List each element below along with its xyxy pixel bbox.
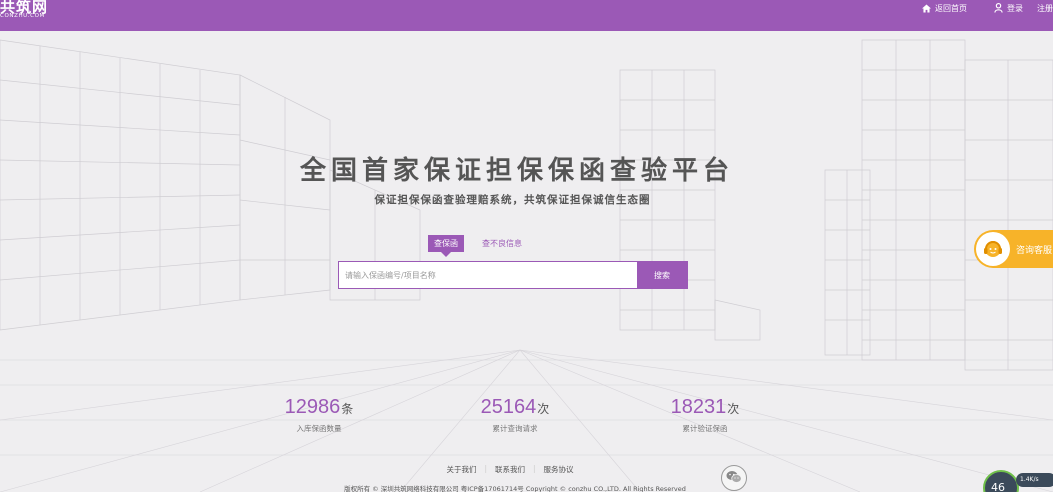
stat-value: 25164次 bbox=[445, 396, 585, 419]
footer-link-contact[interactable]: 联系我们 bbox=[487, 464, 533, 475]
copyright-text: 版权所有 © 深圳共筑网络科技有限公司 粤ICP备17061714号 Copyr… bbox=[344, 485, 686, 492]
nav-register-link[interactable]: 注册 bbox=[1037, 0, 1053, 16]
user-icon bbox=[994, 3, 1003, 13]
wechat-button[interactable] bbox=[721, 465, 747, 491]
stat-query-count: 25164次 累计查询请求 bbox=[445, 396, 585, 434]
stat-value: 18231次 bbox=[635, 396, 775, 419]
stat-verify-count: 18231次 累计验证保函 bbox=[635, 396, 775, 434]
stat-unit: 条 bbox=[341, 402, 354, 416]
search-input[interactable] bbox=[339, 262, 637, 288]
consult-label: 咨询客服 bbox=[1016, 245, 1053, 256]
nav-home-link[interactable]: 返回首页 bbox=[922, 0, 967, 16]
speed-rate: 1.4K/s bbox=[1016, 473, 1053, 487]
stat-label: 累计验证保函 bbox=[682, 424, 728, 433]
footer-link-agreement[interactable]: 服务协议 bbox=[536, 464, 582, 475]
stat-label: 入库保函数量 bbox=[296, 424, 342, 433]
footer-links: 关于我们 | 联系我们 | 服务协议 bbox=[400, 464, 620, 475]
stat-unit: 次 bbox=[727, 402, 740, 416]
search-bar: 搜索 bbox=[338, 261, 688, 289]
speed-gauge: 46 bbox=[983, 470, 1019, 492]
stat-number: 12986 bbox=[284, 396, 341, 418]
stat-value: 12986条 bbox=[249, 396, 389, 419]
headset-icon bbox=[976, 232, 1010, 266]
stat-guarantee-count: 12986条 入库保函数量 bbox=[249, 396, 389, 434]
tab-query-bad-info[interactable]: 查不良信息 bbox=[476, 235, 528, 252]
consult-widget[interactable]: 咨询客服 bbox=[974, 230, 1053, 268]
speed-value: 46 bbox=[991, 481, 1005, 492]
nav-home-label: 返回首页 bbox=[935, 3, 967, 13]
stat-unit: 次 bbox=[537, 402, 550, 416]
search-button[interactable]: 搜索 bbox=[637, 262, 687, 288]
stat-label: 累计查询请求 bbox=[492, 424, 538, 433]
top-bar: 共筑网 CONZHU.COM 返回首页 登录 注册 bbox=[0, 0, 1053, 31]
page-subtitle: 保证担保保函查验理赔系统，共筑保证担保诚信生态圈 bbox=[374, 194, 651, 206]
nav-login-link[interactable]: 登录 bbox=[994, 0, 1023, 16]
home-icon bbox=[922, 3, 931, 13]
footer-link-about[interactable]: 关于我们 bbox=[438, 464, 484, 475]
search-tabs: 查保函 查不良信息 bbox=[428, 235, 528, 257]
tab-query-guarantee[interactable]: 查保函 bbox=[428, 235, 464, 257]
stat-number: 25164 bbox=[480, 396, 537, 418]
page-title: 全国首家保证担保保函查验平台 bbox=[300, 156, 735, 186]
nav-login-label: 登录 bbox=[1007, 3, 1023, 13]
nav-register-label: 注册 bbox=[1037, 3, 1053, 13]
wechat-icon bbox=[726, 469, 742, 488]
logo-domain: CONZHU.COM bbox=[0, 13, 45, 19]
speed-widget[interactable]: 46 1.4K/s bbox=[983, 470, 1053, 492]
stat-number: 18231 bbox=[670, 396, 727, 418]
